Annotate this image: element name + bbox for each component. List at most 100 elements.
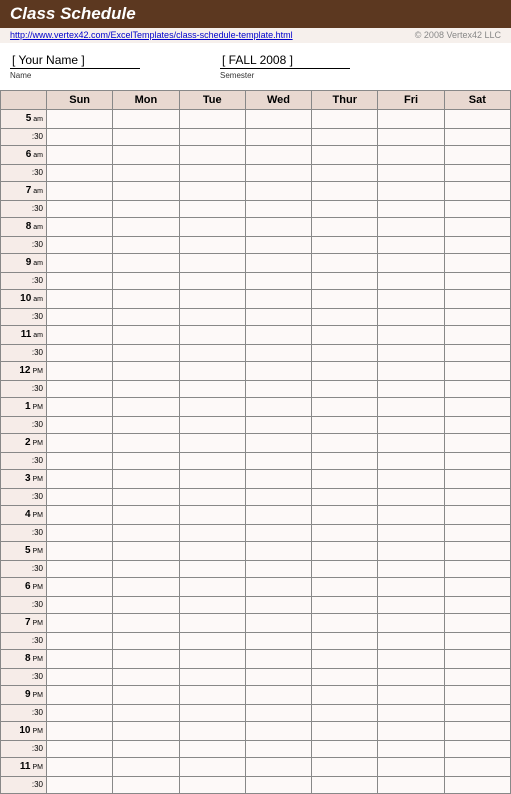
schedule-cell[interactable] (245, 290, 311, 309)
schedule-cell[interactable] (245, 614, 311, 633)
schedule-cell[interactable] (47, 741, 113, 758)
schedule-cell[interactable] (47, 309, 113, 326)
schedule-cell[interactable] (47, 542, 113, 561)
schedule-cell[interactable] (47, 686, 113, 705)
schedule-cell[interactable] (113, 201, 179, 218)
schedule-cell[interactable] (444, 218, 510, 237)
schedule-cell[interactable] (444, 470, 510, 489)
schedule-cell[interactable] (245, 650, 311, 669)
schedule-cell[interactable] (113, 218, 179, 237)
schedule-cell[interactable] (378, 741, 444, 758)
schedule-cell[interactable] (47, 273, 113, 290)
schedule-cell[interactable] (378, 417, 444, 434)
schedule-cell[interactable] (113, 345, 179, 362)
schedule-cell[interactable] (179, 561, 245, 578)
schedule-cell[interactable] (312, 650, 378, 669)
schedule-cell[interactable] (113, 309, 179, 326)
schedule-cell[interactable] (179, 273, 245, 290)
schedule-cell[interactable] (179, 182, 245, 201)
schedule-cell[interactable] (179, 309, 245, 326)
schedule-cell[interactable] (245, 201, 311, 218)
schedule-cell[interactable] (179, 129, 245, 146)
schedule-cell[interactable] (378, 669, 444, 686)
schedule-cell[interactable] (378, 489, 444, 506)
schedule-cell[interactable] (179, 633, 245, 650)
schedule-cell[interactable] (444, 561, 510, 578)
schedule-cell[interactable] (312, 362, 378, 381)
schedule-cell[interactable] (179, 489, 245, 506)
schedule-cell[interactable] (179, 741, 245, 758)
schedule-cell[interactable] (378, 326, 444, 345)
schedule-cell[interactable] (47, 578, 113, 597)
schedule-cell[interactable] (378, 434, 444, 453)
schedule-cell[interactable] (378, 165, 444, 182)
schedule-cell[interactable] (312, 597, 378, 614)
schedule-cell[interactable] (179, 434, 245, 453)
schedule-cell[interactable] (113, 417, 179, 434)
schedule-cell[interactable] (47, 201, 113, 218)
schedule-cell[interactable] (113, 398, 179, 417)
schedule-cell[interactable] (312, 633, 378, 650)
schedule-cell[interactable] (378, 110, 444, 129)
schedule-cell[interactable] (179, 506, 245, 525)
schedule-cell[interactable] (47, 290, 113, 309)
schedule-cell[interactable] (113, 326, 179, 345)
schedule-cell[interactable] (245, 705, 311, 722)
schedule-cell[interactable] (378, 542, 444, 561)
schedule-cell[interactable] (245, 218, 311, 237)
schedule-cell[interactable] (312, 110, 378, 129)
schedule-cell[interactable] (245, 561, 311, 578)
schedule-cell[interactable] (113, 650, 179, 669)
schedule-cell[interactable] (47, 489, 113, 506)
schedule-cell[interactable] (378, 597, 444, 614)
schedule-cell[interactable] (113, 741, 179, 758)
schedule-cell[interactable] (47, 705, 113, 722)
schedule-cell[interactable] (113, 542, 179, 561)
schedule-cell[interactable] (378, 578, 444, 597)
schedule-cell[interactable] (179, 722, 245, 741)
schedule-cell[interactable] (179, 218, 245, 237)
schedule-cell[interactable] (113, 381, 179, 398)
schedule-cell[interactable] (444, 614, 510, 633)
schedule-cell[interactable] (312, 741, 378, 758)
schedule-cell[interactable] (179, 650, 245, 669)
schedule-cell[interactable] (47, 345, 113, 362)
schedule-cell[interactable] (444, 633, 510, 650)
schedule-cell[interactable] (245, 254, 311, 273)
schedule-cell[interactable] (113, 470, 179, 489)
schedule-cell[interactable] (47, 254, 113, 273)
schedule-cell[interactable] (47, 182, 113, 201)
schedule-cell[interactable] (444, 434, 510, 453)
schedule-cell[interactable] (245, 489, 311, 506)
schedule-cell[interactable] (47, 470, 113, 489)
schedule-cell[interactable] (444, 201, 510, 218)
schedule-cell[interactable] (113, 686, 179, 705)
schedule-cell[interactable] (245, 434, 311, 453)
schedule-cell[interactable] (113, 758, 179, 777)
schedule-cell[interactable] (378, 309, 444, 326)
schedule-cell[interactable] (113, 237, 179, 254)
template-url-link[interactable]: http://www.vertex42.com/ExcelTemplates/c… (10, 30, 293, 40)
schedule-cell[interactable] (444, 525, 510, 542)
schedule-cell[interactable] (179, 614, 245, 633)
schedule-cell[interactable] (444, 129, 510, 146)
schedule-cell[interactable] (378, 218, 444, 237)
schedule-cell[interactable] (113, 182, 179, 201)
schedule-cell[interactable] (179, 326, 245, 345)
schedule-cell[interactable] (312, 129, 378, 146)
schedule-cell[interactable] (378, 345, 444, 362)
schedule-cell[interactable] (179, 345, 245, 362)
schedule-cell[interactable] (113, 362, 179, 381)
schedule-cell[interactable] (378, 470, 444, 489)
schedule-cell[interactable] (312, 777, 378, 794)
schedule-cell[interactable] (444, 362, 510, 381)
schedule-cell[interactable] (312, 758, 378, 777)
schedule-cell[interactable] (312, 165, 378, 182)
schedule-cell[interactable] (245, 309, 311, 326)
schedule-cell[interactable] (378, 686, 444, 705)
schedule-cell[interactable] (113, 633, 179, 650)
schedule-cell[interactable] (444, 578, 510, 597)
schedule-cell[interactable] (245, 669, 311, 686)
schedule-cell[interactable] (245, 381, 311, 398)
schedule-cell[interactable] (444, 146, 510, 165)
